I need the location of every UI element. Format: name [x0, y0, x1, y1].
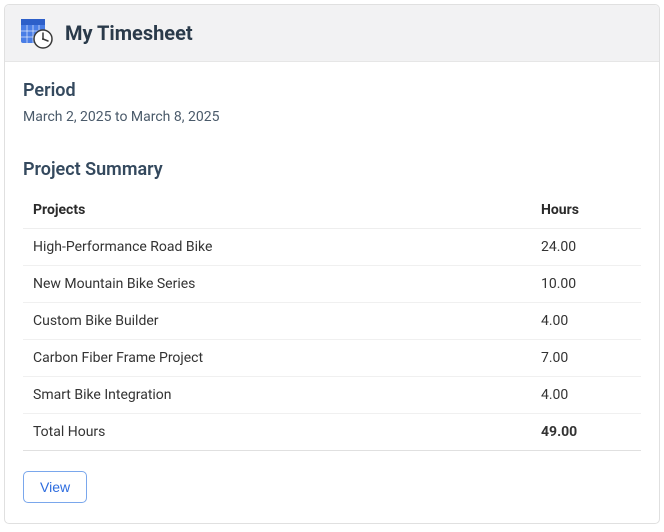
hours-cell: 4.00 — [531, 303, 641, 340]
table-row: Carbon Fiber Frame Project 7.00 — [23, 340, 641, 377]
project-summary-table: Projects Hours High-Performance Road Bik… — [23, 192, 641, 451]
table-row: High-Performance Road Bike 24.00 — [23, 229, 641, 266]
col-projects: Projects — [23, 192, 531, 229]
period-label: Period — [23, 80, 641, 101]
hours-cell: 4.00 — [531, 377, 641, 414]
project-cell: Smart Bike Integration — [23, 377, 531, 414]
project-cell: Custom Bike Builder — [23, 303, 531, 340]
hours-cell: 7.00 — [531, 340, 641, 377]
total-label: Total Hours — [23, 414, 531, 451]
timesheet-clock-icon — [21, 17, 53, 49]
project-cell: New Mountain Bike Series — [23, 266, 531, 303]
hours-cell: 10.00 — [531, 266, 641, 303]
card-title: My Timesheet — [65, 21, 193, 45]
period-text: March 2, 2025 to March 8, 2025 — [23, 109, 641, 125]
view-button[interactable]: View — [23, 471, 87, 503]
summary-label: Project Summary — [23, 159, 641, 180]
table-header-row: Projects Hours — [23, 192, 641, 229]
project-cell: High-Performance Road Bike — [23, 229, 531, 266]
card-body: Period March 2, 2025 to March 8, 2025 Pr… — [5, 62, 659, 523]
total-hours: 49.00 — [531, 414, 641, 451]
card-header: My Timesheet — [5, 5, 659, 62]
table-total-row: Total Hours 49.00 — [23, 414, 641, 451]
table-row: New Mountain Bike Series 10.00 — [23, 266, 641, 303]
col-hours: Hours — [531, 192, 641, 229]
project-cell: Carbon Fiber Frame Project — [23, 340, 531, 377]
hours-cell: 24.00 — [531, 229, 641, 266]
table-row: Custom Bike Builder 4.00 — [23, 303, 641, 340]
table-row: Smart Bike Integration 4.00 — [23, 377, 641, 414]
timesheet-card: My Timesheet Period March 2, 2025 to Mar… — [4, 4, 660, 524]
